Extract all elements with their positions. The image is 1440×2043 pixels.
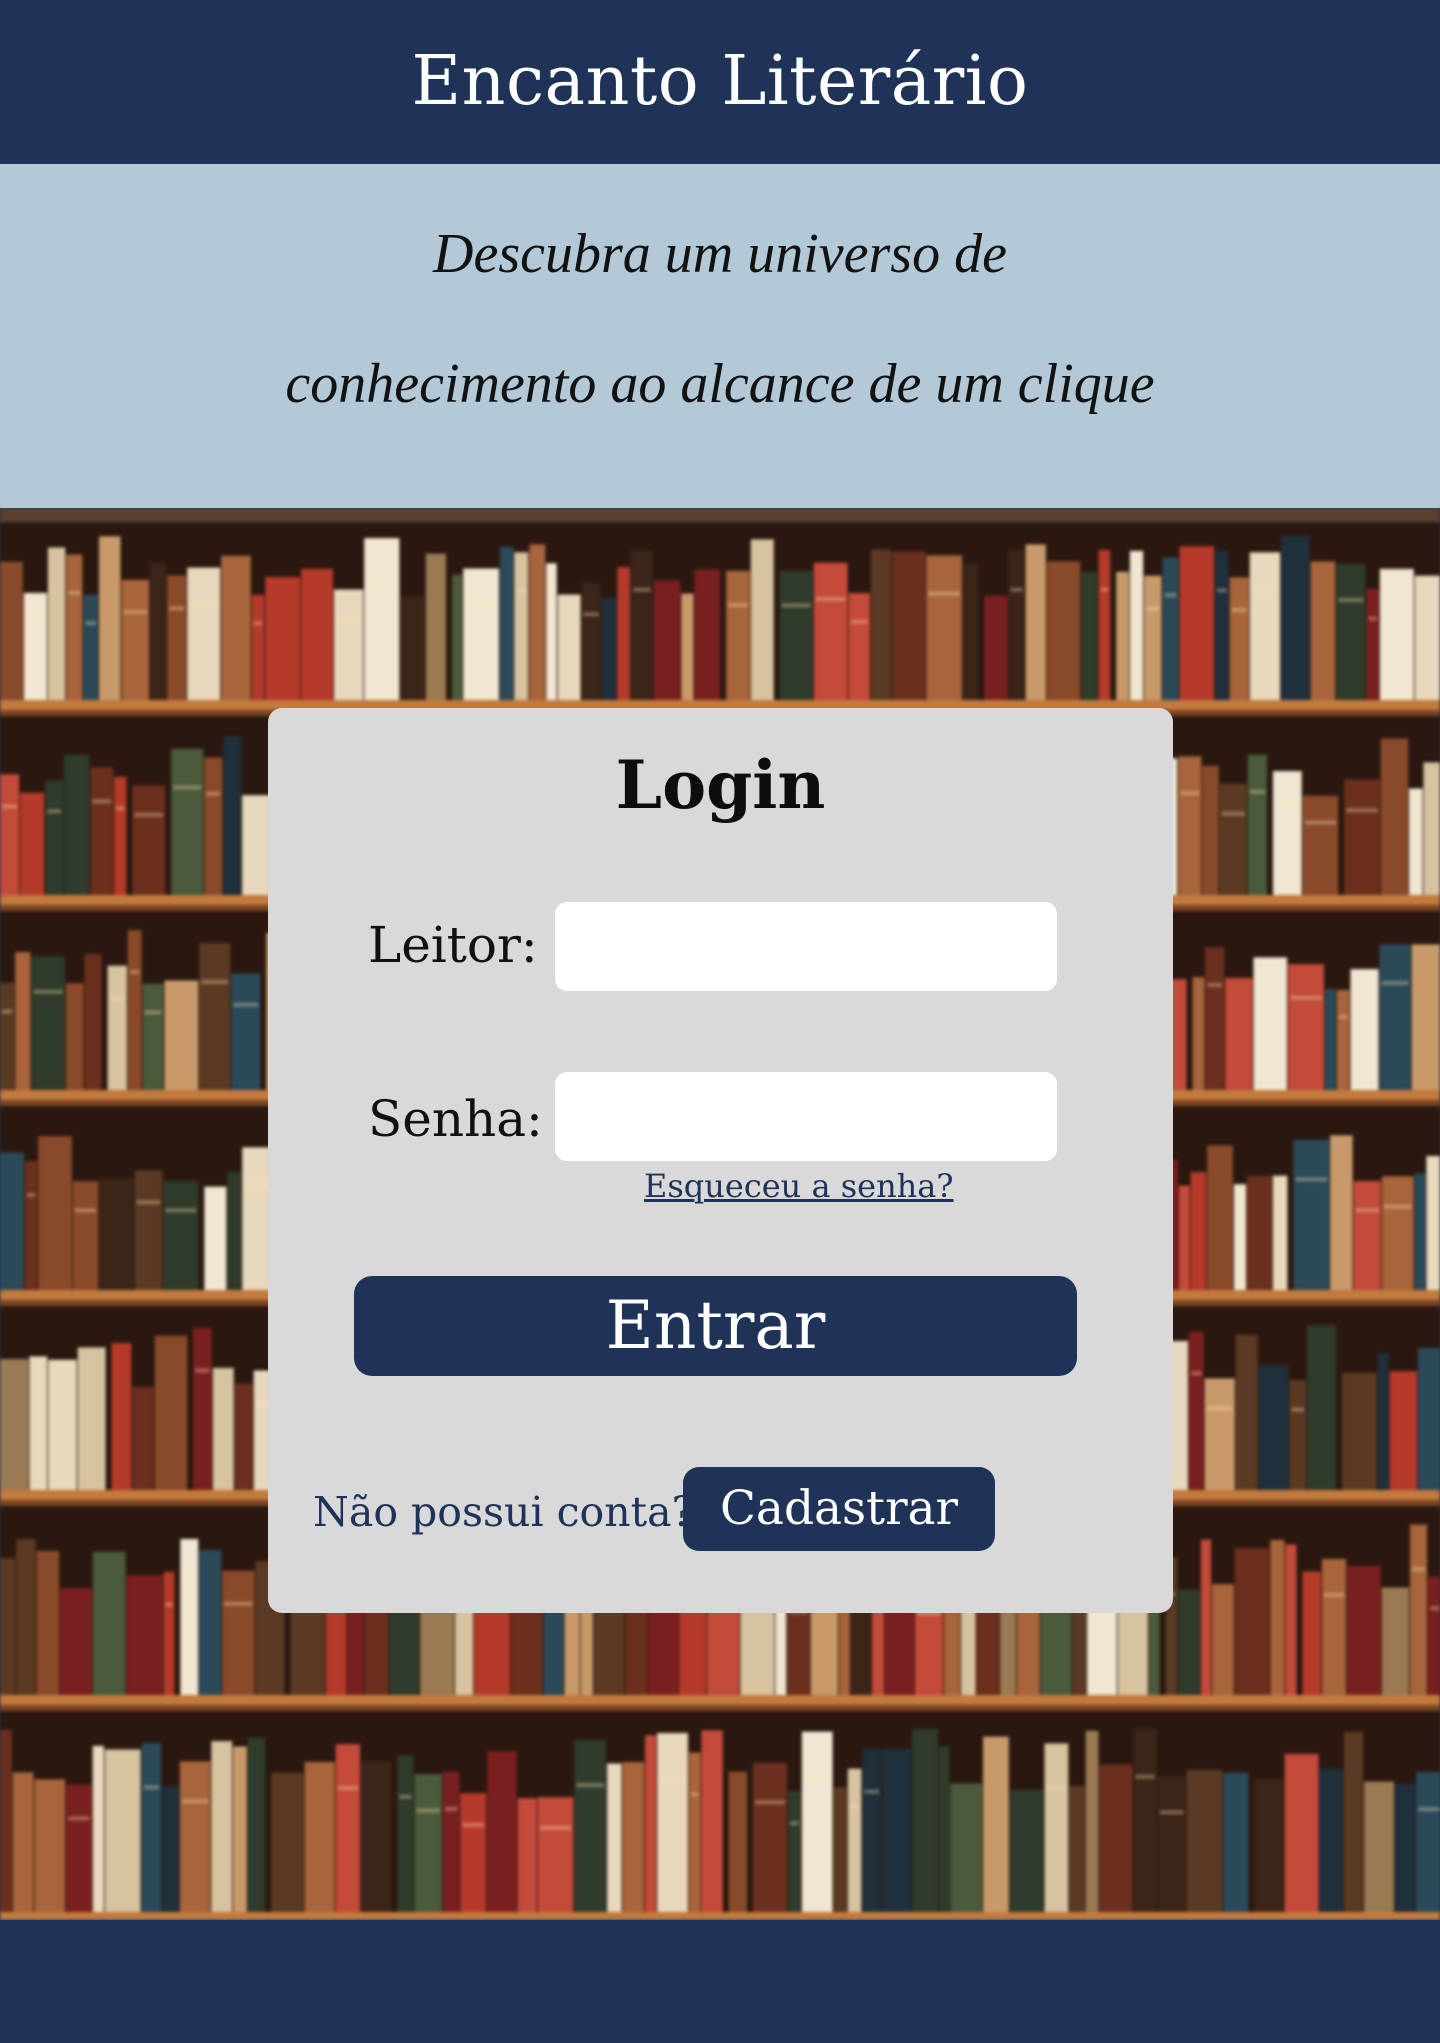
no-account-text: Não possui conta? xyxy=(313,1488,694,1536)
login-card: Login Leitor: Senha: Esqueceu a senha? E… xyxy=(268,708,1173,1613)
site-title: Encanto Literário xyxy=(411,42,1029,121)
reader-input[interactable] xyxy=(555,902,1057,991)
login-submit-button[interactable]: Entrar xyxy=(354,1276,1077,1376)
site-header: Encanto Literário xyxy=(0,0,1440,164)
tagline-line-1: Descubra um universo de xyxy=(433,223,1007,285)
reader-label: Leitor: xyxy=(368,916,538,974)
tagline-band: Descubra um universo de conhecimento ao … xyxy=(0,164,1440,508)
password-label: Senha: xyxy=(368,1090,543,1148)
forgot-password-link[interactable]: Esqueceu a senha? xyxy=(644,1170,954,1202)
password-input[interactable] xyxy=(555,1072,1057,1161)
tagline-line-2: conhecimento ao alcance de um clique xyxy=(285,353,1155,415)
register-button[interactable]: Cadastrar xyxy=(683,1467,995,1551)
login-title: Login xyxy=(615,746,826,824)
site-footer xyxy=(0,1920,1440,2043)
